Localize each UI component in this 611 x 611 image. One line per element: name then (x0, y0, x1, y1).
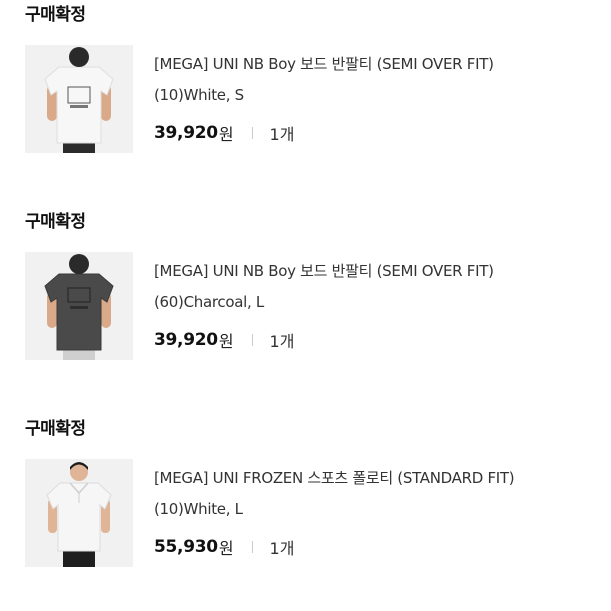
price-value: 39,920 (154, 123, 218, 143)
product-name[interactable]: [MEGA] UNI NB Boy 보드 반팔티 (SEMI OVER FIT) (154, 260, 594, 282)
order-item: 구매확정 [MEGA] UNI NB Boy 보드 반팔티 (SEMI OVER… (0, 207, 611, 377)
model-wearing-shirt-image (25, 45, 133, 153)
product-thumbnail[interactable] (25, 459, 133, 567)
order-status-label: 구매확정 (25, 419, 86, 439)
product-name[interactable]: [MEGA] UNI NB Boy 보드 반팔티 (SEMI OVER FIT) (154, 53, 594, 75)
order-status-label: 구매확정 (25, 212, 86, 232)
order-list: 구매확정 [MEGA] UNI NB Boy 보드 반팔티 (SEMI OVER… (0, 0, 611, 611)
price-row: 55,930 원 1개 (154, 535, 294, 559)
product-thumbnail[interactable] (25, 45, 133, 153)
quantity: 1개 (269, 539, 295, 558)
quantity: 1개 (269, 332, 295, 351)
order-status-label: 구매확정 (25, 5, 86, 25)
product-option: (10)White, L (154, 500, 243, 518)
model-wearing-polo-image (25, 459, 133, 567)
product-thumbnail[interactable] (25, 252, 133, 360)
product-option: (60)Charcoal, L (154, 293, 264, 311)
divider (251, 334, 253, 346)
product-option: (10)White, S (154, 86, 244, 104)
quantity: 1개 (269, 125, 295, 144)
product-name[interactable]: [MEGA] UNI FROZEN 스포츠 폴로티 (STANDARD FIT) (154, 467, 594, 489)
order-item: 구매확정 [MEGA] UNI NB Boy 보드 반팔티 (SEMI OVER… (0, 0, 611, 170)
order-item: 구매확정 [MEGA] UNI FROZEN 스포츠 폴로티 (STANDARD… (0, 414, 611, 584)
divider (251, 127, 253, 139)
price-value: 39,920 (154, 330, 218, 350)
price-value: 55,930 (154, 537, 218, 557)
price-row: 39,920 원 1개 (154, 328, 294, 352)
model-wearing-shirt-image (25, 252, 133, 360)
currency-unit: 원 (218, 332, 234, 351)
price-row: 39,920 원 1개 (154, 121, 294, 145)
divider (251, 541, 253, 553)
currency-unit: 원 (218, 539, 234, 558)
currency-unit: 원 (218, 125, 234, 144)
